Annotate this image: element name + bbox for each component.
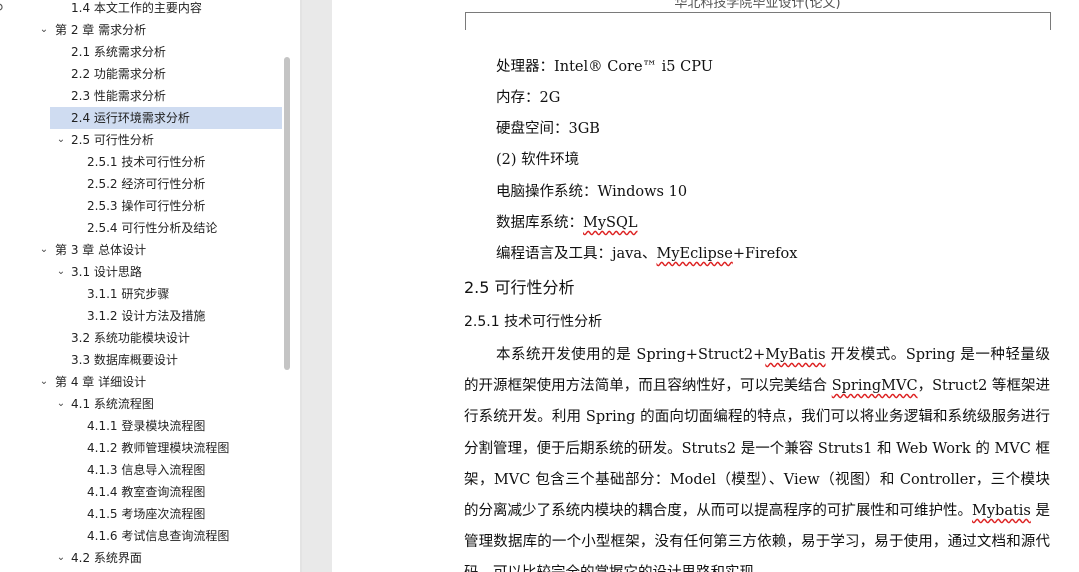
nav-item-4-2[interactable]: ⌄ 4.2 系统界面 [50,547,282,569]
chevron-down-icon[interactable]: ⌄ [38,19,50,41]
nav-item-3-1-1[interactable]: 3.1.1 研究步骤 [66,283,282,305]
nav-item-3-1-2[interactable]: 3.1.2 设计方法及措施 [66,305,282,327]
nav-item-2-5-4[interactable]: 2.5.4 可行性分析及结论 [66,217,282,239]
nav-item-label: 3.2 系统功能模块设计 [71,331,190,345]
para-text: ，Struct2 等框架进行系统开发。利用 Spring 的面向切面编程的特点，… [464,378,1050,520]
nav-item-3-2[interactable]: 3.2 系统功能模块设计 [50,327,282,349]
nav-item-label: 4.2 系统界面 [71,551,142,565]
chevron-down-icon[interactable]: ⌄ [55,547,67,569]
nav-item-label: 4.1.4 教室查询流程图 [87,485,206,499]
nav-item-2-2[interactable]: 2.2 功能需求分析 [50,63,282,85]
nav-item-label: 4.1 系统流程图 [71,397,154,411]
nav-item-4-1-1[interactable]: 4.1.1 登录模块流程图 [66,415,282,437]
para-text: 本系统开发使用的是 Spring+Struct2+ [496,347,766,363]
nav-item-label: 第 2 章 需求分析 [55,23,147,37]
spec-os: 电脑操作系统：Windows 10 [496,180,687,201]
chevron-down-icon[interactable]: ⌄ [55,129,67,151]
spec-text: +Firefox [732,246,798,262]
spec-text: 数据库系统： [496,215,583,231]
chevron-down-icon[interactable]: ⌄ [55,261,67,283]
nav-item-1-4[interactable]: 1.4 本文工作的主要内容 [50,0,282,19]
nav-item-label: 3.1.1 研究步骤 [87,287,170,301]
page-header-rule [465,12,1050,13]
search-icon[interactable]: ⚲ [0,2,4,17]
spellcheck-flag[interactable]: SpringMVC [832,378,918,394]
spellcheck-flag[interactable]: Mybatis [972,503,1031,519]
subsection-heading: 2.5.1 技术可行性分析 [464,314,603,330]
nav-item-3-1[interactable]: ⌄ 3.1 设计思路 [50,261,282,283]
nav-item-label: 3.1.2 设计方法及措施 [87,309,206,323]
nav-item-label: 3.3 数据库概要设计 [71,353,178,367]
nav-item-2-5-2[interactable]: 2.5.2 经济可行性分析 [66,173,282,195]
spec-text: 硬盘空间：3GB [496,121,600,137]
nav-item-label: 4.1.3 信息导入流程图 [87,463,206,477]
nav-item-2-3[interactable]: 2.3 性能需求分析 [50,85,282,107]
nav-item-2-5[interactable]: ⌄ 2.5 可行性分析 [50,129,282,151]
page-header-text: 华北科技学院毕业设计(论文) [674,0,841,11]
nav-item-4-1-3[interactable]: 4.1.3 信息导入流程图 [66,459,282,481]
nav-item-label: 2.5 可行性分析 [71,133,154,147]
crop-mark-left [465,12,466,30]
navigation-left-strip: ⚲ [0,0,22,572]
navigation-scrollbar-thumb[interactable] [284,57,290,370]
spellcheck-flag[interactable]: MyBatis [765,347,825,363]
document-page: 华北科技学院毕业设计(论文) 处理器：Intel® Core™ i5 CPU 内… [332,0,1079,572]
nav-item-label: 4.1.2 教师管理模块流程图 [87,441,230,455]
spec-tools: 编程语言及工具：java、MyEclipse+Firefox [496,242,797,263]
nav-item-label: 2.5.2 经济可行性分析 [87,177,206,191]
chevron-down-icon[interactable]: ⌄ [38,371,50,393]
nav-item-chapter-2[interactable]: ⌄ 第 2 章 需求分析 [34,19,282,41]
nav-item-label: 4.1.6 考试信息查询流程图 [87,529,230,543]
software-env-heading: (2) 软件环境 [496,148,579,169]
spec-disk: 硬盘空间：3GB [496,117,600,138]
nav-item-4-1-6[interactable]: 4.1.6 考试信息查询流程图 [66,525,282,547]
navigation-pane: 1.4 本文工作的主要内容 ⌄ 第 2 章 需求分析 2.1 系统需求分析 2.… [0,0,300,572]
nav-item-label: 2.5.4 可行性分析及结论 [87,221,218,235]
nav-item-2-4[interactable]: 2.4 运行环境需求分析 [50,107,282,129]
nav-item-label: 第 4 章 详细设计 [55,375,147,389]
spec-text: (2) 软件环境 [496,152,580,168]
nav-item-label: 1.4 本文工作的主要内容 [71,1,202,15]
spec-text: 编程语言及工具：java、 [496,246,657,262]
spec-db: 数据库系统：MySQL [496,211,638,232]
nav-item-chapter-3[interactable]: ⌄ 第 3 章 总体设计 [34,239,282,261]
nav-item-2-5-3[interactable]: 2.5.3 操作可行性分析 [66,195,282,217]
spellcheck-flag[interactable]: MyEclipse [656,246,732,262]
nav-item-4-1-2[interactable]: 4.1.2 教师管理模块流程图 [66,437,282,459]
spec-ram: 内存：2G [496,86,560,107]
spec-text: 内存：2G [496,90,561,106]
nav-item-label: 2.1 系统需求分析 [71,45,166,59]
nav-item-label: 2.4 运行环境需求分析 [71,111,190,125]
spellcheck-flag[interactable]: MySQL [583,215,638,231]
nav-item-4-1-5[interactable]: 4.1.5 考场座次流程图 [66,503,282,525]
nav-item-chapter-4[interactable]: ⌄ 第 4 章 详细设计 [34,371,282,393]
nav-item-4-1-4[interactable]: 4.1.4 教室查询流程图 [66,481,282,503]
nav-item-label: 3.1 设计思路 [71,265,142,279]
nav-item-label: 4.1.1 登录模块流程图 [87,419,206,433]
spec-cpu: 处理器：Intel® Core™ i5 CPU [496,55,713,76]
nav-item-label: 第 3 章 总体设计 [55,243,147,257]
nav-item-label: 2.5.3 操作可行性分析 [87,199,206,213]
nav-item-label: 2.2 功能需求分析 [71,67,166,81]
section-heading: 2.5 可行性分析 [464,278,575,297]
nav-item-4-1[interactable]: ⌄ 4.1 系统流程图 [50,393,282,415]
spec-text: 电脑操作系统：Windows 10 [496,184,688,200]
body-paragraph: 本系统开发使用的是 Spring+Struct2+MyBatis 开发模式。Sp… [464,340,1050,572]
nav-item-2-5-1[interactable]: 2.5.1 技术可行性分析 [66,151,282,173]
nav-item-label: 2.3 性能需求分析 [71,89,166,103]
nav-item-label: 4.1.5 考场座次流程图 [87,507,206,521]
crop-mark-right [1050,12,1051,30]
nav-item-2-1[interactable]: 2.1 系统需求分析 [50,41,282,63]
spec-text: 处理器：Intel® Core™ i5 CPU [496,59,713,75]
nav-item-3-3[interactable]: 3.3 数据库概要设计 [50,349,282,371]
nav-item-label: 2.5.1 技术可行性分析 [87,155,206,169]
chevron-down-icon[interactable]: ⌄ [55,393,67,415]
chevron-down-icon[interactable]: ⌄ [38,239,50,261]
